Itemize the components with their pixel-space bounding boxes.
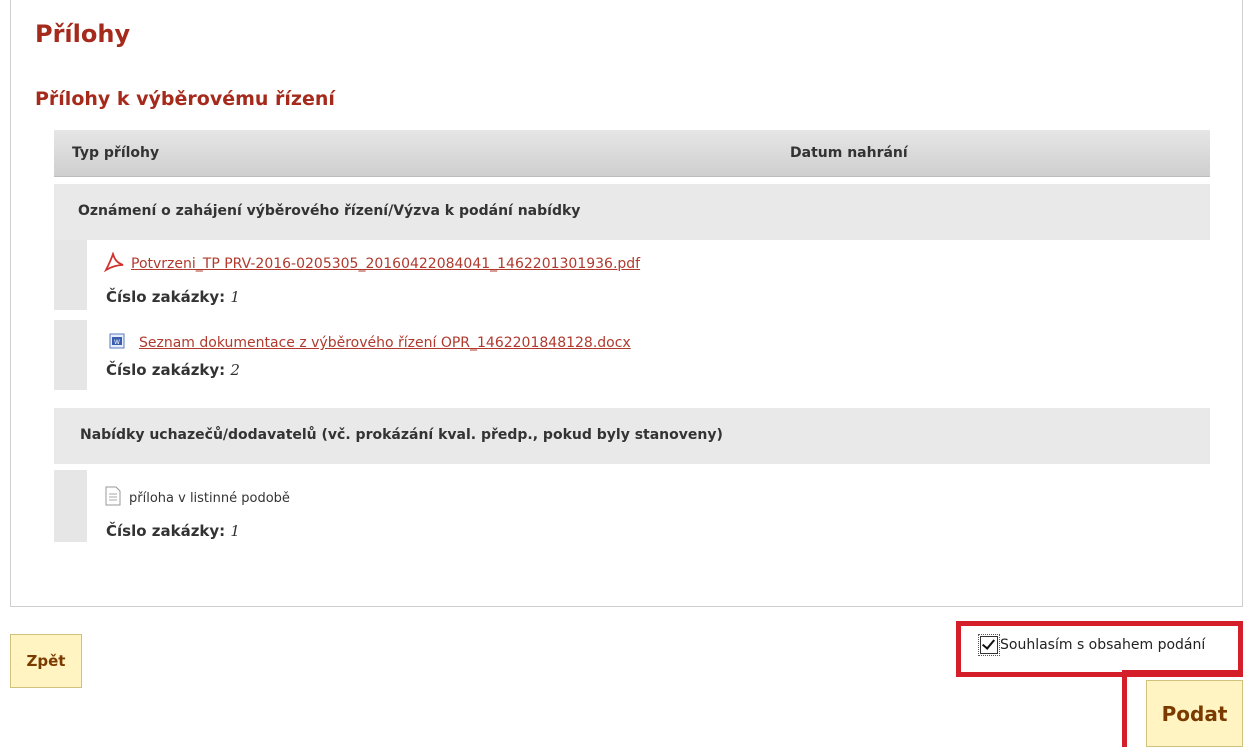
order-number: Číslo zakázky: 2 [106,361,240,379]
column-header-type: Typ přílohy [72,145,160,161]
column-header-upload-date: Datum nahrání [790,145,908,161]
table-header: Typ přílohy Datum nahrání [54,130,1210,177]
group-row: Oznámení o zahájení výběrového řízení/Vý… [54,184,1210,240]
attachment-link[interactable]: Seznam dokumentace z výběrového řízení O… [139,335,631,351]
page-title: Přílohy [35,20,131,48]
agree-label: Souhlasím s obsahem podání [1000,637,1206,653]
agree-checkbox[interactable] [978,634,1000,656]
back-button[interactable]: Zpět [10,634,82,688]
row-indent [54,320,87,390]
agree-checkbox-row[interactable]: Souhlasím s obsahem podání [978,634,1206,656]
group-label: Nabídky uchazečů/dodavatelů (vč. prokázá… [80,427,723,443]
order-number: Číslo zakázky: 1 [106,288,240,306]
text-document-icon [105,486,121,510]
section-title: Přílohy k výběrovému řízení [35,88,335,110]
attachment-link[interactable]: Potvrzeni_TP PRV-2016-0205305_2016042208… [131,256,640,272]
order-number: Číslo zakázky: 1 [106,522,240,540]
list-item: W Seznam dokumentace z výběrového řízení… [103,333,631,353]
pdf-icon [103,251,125,276]
row-indent [54,240,87,310]
word-doc-icon: W [109,333,125,353]
submit-button[interactable]: Podat [1146,680,1243,747]
attachment-name: příloha v listinné podobě [129,491,290,506]
list-item: Potvrzeni_TP PRV-2016-0205305_2016042208… [103,251,640,276]
group-row: Nabídky uchazečů/dodavatelů (vč. prokázá… [54,408,1210,464]
group-label: Oznámení o zahájení výběrového řízení/Vý… [78,203,581,219]
row-indent [54,470,87,542]
svg-text:W: W [114,339,120,346]
list-item: příloha v listinné podobě [103,486,290,510]
